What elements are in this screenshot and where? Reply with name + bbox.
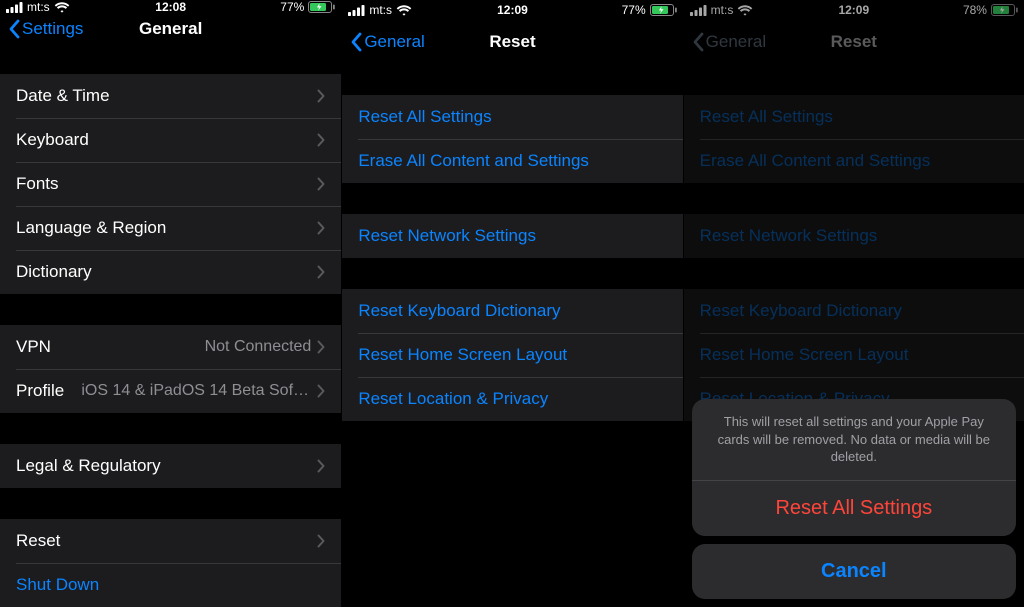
- clock: 12:08: [155, 0, 186, 14]
- nav-back-button[interactable]: General: [350, 32, 424, 52]
- nav-back-button[interactable]: Settings: [8, 19, 83, 39]
- section-gap: [342, 183, 682, 214]
- wifi-icon: [54, 2, 70, 13]
- cell-profile[interactable]: Profile iOS 14 & iPadOS 14 Beta Softwar..…: [0, 369, 341, 413]
- cell-value: Not Connected: [205, 338, 312, 356]
- cell-accessory: [317, 177, 325, 191]
- cell-accessory: [317, 534, 325, 548]
- cell-label: Reset Network Settings: [358, 226, 536, 246]
- battery-percent: 77%: [622, 3, 646, 17]
- chevron-right-icon: [317, 221, 325, 235]
- cell-label: Reset Location & Privacy: [358, 389, 548, 409]
- battery-percent: 77%: [280, 0, 304, 14]
- phone-screen: mt:s 12:08 77% Settings General Date & Time Ke…: [0, 0, 341, 607]
- cell-label: Date & Time: [16, 86, 110, 106]
- section-gap: [342, 258, 682, 289]
- status-bar: mt:s 12:09 77%: [342, 0, 682, 20]
- cell-reset-home[interactable]: Reset Home Screen Layout: [342, 333, 682, 377]
- chevron-right-icon: [317, 534, 325, 548]
- cell-label: Reset All Settings: [358, 107, 491, 127]
- cell-label: Legal & Regulatory: [16, 456, 161, 476]
- cell-reset-location[interactable]: Reset Location & Privacy: [342, 377, 682, 421]
- action-sheet-destructive-button[interactable]: Reset All Settings: [692, 481, 1016, 536]
- cell-keyboard[interactable]: Keyboard: [0, 118, 341, 162]
- nav-title: Reset: [489, 32, 535, 52]
- phone-screen: mt:s 12:09 77% General Reset Reset All Settin…: [341, 0, 682, 607]
- cell-accessory: [317, 89, 325, 103]
- chevron-right-icon: [317, 384, 325, 398]
- section-gap: [342, 64, 682, 95]
- phone-screen: mt:s12:0978%GeneralResetReset All Settin…: [683, 0, 1024, 607]
- nav-back-label: Settings: [22, 19, 83, 39]
- cell-shut-down[interactable]: Shut Down: [0, 563, 341, 607]
- cell-label: Language & Region: [16, 218, 166, 238]
- section-gap: [0, 294, 341, 325]
- cell-label: Dictionary: [16, 262, 92, 282]
- battery-icon: [308, 1, 335, 13]
- cell-accessory: [317, 265, 325, 279]
- chevron-back-icon: [8, 19, 20, 39]
- cell-label: Keyboard: [16, 130, 89, 150]
- chevron-back-icon: [350, 32, 362, 52]
- action-sheet-overlay[interactable]: This will reset all settings and your Ap…: [684, 0, 1024, 607]
- cell-label: Reset Home Screen Layout: [358, 345, 567, 365]
- cell-label: VPN: [16, 337, 51, 357]
- section-gap: [0, 43, 341, 74]
- chevron-right-icon: [317, 459, 325, 473]
- cell-label: Erase All Content and Settings: [358, 151, 589, 171]
- nav-back-label: General: [364, 32, 424, 52]
- nav-bar: Settings General: [0, 14, 341, 43]
- cell-value: iOS 14 & iPadOS 14 Beta Softwar...: [81, 382, 311, 400]
- nav-bar: General Reset: [342, 20, 682, 64]
- action-sheet-cancel-button[interactable]: Cancel: [692, 544, 1016, 599]
- clock: 12:09: [497, 3, 528, 17]
- section-gap: [0, 488, 341, 519]
- cell-accessory: iOS 14 & iPadOS 14 Beta Softwar...: [81, 382, 325, 400]
- cell-label: Reset Keyboard Dictionary: [358, 301, 560, 321]
- signal-icon: [6, 2, 23, 13]
- cell-accessory: Not Connected: [205, 338, 326, 356]
- cell-vpn[interactable]: VPN Not Connected: [0, 325, 341, 369]
- cell-reset-network[interactable]: Reset Network Settings: [342, 214, 682, 258]
- battery-icon: [650, 4, 677, 16]
- cell-legal[interactable]: Legal & Regulatory: [0, 444, 341, 488]
- wifi-icon: [396, 5, 412, 16]
- cell-label: Shut Down: [16, 575, 99, 595]
- cell-reset-keyboard[interactable]: Reset Keyboard Dictionary: [342, 289, 682, 333]
- cell-accessory: [317, 459, 325, 473]
- carrier-label: mt:s: [27, 0, 50, 14]
- cell-dictionary[interactable]: Dictionary: [0, 250, 341, 294]
- cell-date-time[interactable]: Date & Time: [0, 74, 341, 118]
- cell-language-region[interactable]: Language & Region: [0, 206, 341, 250]
- cell-erase-all[interactable]: Erase All Content and Settings: [342, 139, 682, 183]
- cell-label: Profile: [16, 381, 64, 401]
- section-gap: [0, 413, 341, 444]
- cell-label: Fonts: [16, 174, 59, 194]
- action-sheet: This will reset all settings and your Ap…: [692, 399, 1016, 536]
- status-bar: mt:s 12:08 77%: [0, 0, 341, 14]
- cell-fonts[interactable]: Fonts: [0, 162, 341, 206]
- cell-reset[interactable]: Reset: [0, 519, 341, 563]
- screen-content: Reset All Settings Erase All Content and …: [342, 64, 682, 607]
- cell-accessory: [317, 133, 325, 147]
- chevron-right-icon: [317, 133, 325, 147]
- action-sheet-message: This will reset all settings and your Ap…: [692, 399, 1016, 481]
- chevron-right-icon: [317, 340, 325, 354]
- chevron-right-icon: [317, 265, 325, 279]
- signal-icon: [348, 5, 365, 16]
- chevron-right-icon: [317, 177, 325, 191]
- carrier-label: mt:s: [369, 3, 392, 17]
- chevron-right-icon: [317, 89, 325, 103]
- nav-title: General: [139, 19, 202, 39]
- screen-content: Date & Time Keyboard Fonts Language & Regio…: [0, 43, 341, 607]
- cell-label: Reset: [16, 531, 60, 551]
- cell-reset-all[interactable]: Reset All Settings: [342, 95, 682, 139]
- cell-accessory: [317, 221, 325, 235]
